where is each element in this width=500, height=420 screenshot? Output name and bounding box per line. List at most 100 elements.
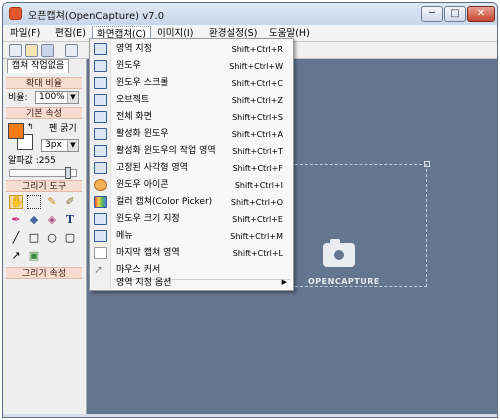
capture-menu-item-region-options[interactable]: 영역 지정 옵션 ▶ xyxy=(90,274,293,291)
minimize-button[interactable]: ─ xyxy=(421,6,443,22)
menu-item-shortcut: Shift+Ctrl+W xyxy=(229,62,283,71)
chevron-down-icon: ▼ xyxy=(67,140,78,151)
hand-tool-icon[interactable]: ✋ xyxy=(9,195,24,209)
chevron-down-icon: ▼ xyxy=(67,92,78,103)
pen-width-select[interactable]: 3px ▼ xyxy=(41,139,79,152)
menu-item-label: 오브젝트 xyxy=(116,95,150,105)
select-tool-icon[interactable] xyxy=(27,195,41,209)
foreground-color-swatch[interactable] xyxy=(8,123,24,139)
window-icon xyxy=(94,60,107,72)
menu-edit[interactable]: 편집(E) xyxy=(51,26,90,41)
menu-item-shortcut: Shift+Ctrl+T xyxy=(232,147,283,156)
menu-item-shortcut: Shift+Ctrl+L xyxy=(232,249,283,258)
capture-menu-item-window-size[interactable]: 윈도우 크기 지정 Shift+Ctrl+E xyxy=(90,211,293,228)
selection-handle[interactable] xyxy=(424,161,430,167)
active-window-icon xyxy=(94,128,107,140)
new-file-icon[interactable] xyxy=(9,44,22,57)
line-tool-icon[interactable]: ╱ xyxy=(9,231,23,245)
close-button[interactable]: ✕ xyxy=(467,6,495,22)
app-logo-icon xyxy=(9,7,22,20)
text-tool-icon[interactable]: T xyxy=(63,213,77,227)
client-area-icon xyxy=(94,145,107,157)
pen-width-label: 펜 굵기 xyxy=(49,124,77,134)
window-size-icon xyxy=(94,213,107,225)
print-icon[interactable] xyxy=(65,44,78,57)
menu-item-shortcut: Shift+Ctrl+R xyxy=(231,45,283,54)
menu-item-shortcut: Shift+Ctrl+E xyxy=(232,215,283,224)
menu-item-label: 메뉴 xyxy=(116,231,133,241)
capture-menu-item-client-area[interactable]: 활성화 윈도우의 작업 영역 Shift+Ctrl+T xyxy=(90,143,293,160)
menu-item-shortcut: Shift+Ctrl+S xyxy=(232,113,283,122)
zoom-select[interactable]: 100% ▼ xyxy=(35,91,79,104)
fill-bucket-tool-icon[interactable]: ◆ xyxy=(27,213,41,227)
eraser-tool-icon[interactable]: ◈ xyxy=(45,213,59,227)
fullscreen-icon xyxy=(94,111,107,123)
capture-menu-item-region[interactable]: 영역 지정 Shift+Ctrl+R xyxy=(90,41,293,58)
menu-item-label: 윈도우 스크롤 xyxy=(116,78,169,88)
ellipse-tool-icon[interactable]: ○ xyxy=(45,231,59,245)
capture-menu-item-last-region[interactable]: 마지막 캡쳐 영역 Shift+Ctrl+L xyxy=(90,245,293,262)
highlighter-tool-icon[interactable]: ✒ xyxy=(9,213,23,227)
capture-menu-item-window[interactable]: 윈도우 Shift+Ctrl+W xyxy=(90,58,293,75)
menu-item-label: 윈도우 크기 지정 xyxy=(116,214,180,224)
capture-menu-item-window-icon[interactable]: 윈도우 아이콘 Shift+Ctrl+I xyxy=(90,177,293,194)
last-region-icon xyxy=(94,247,107,259)
capture-menu-item-object[interactable]: 오브젝트 Shift+Ctrl+Z xyxy=(90,92,293,109)
menu-item-label: 전체 화면 xyxy=(116,112,152,122)
pencil-tool-icon[interactable]: ✎ xyxy=(45,195,59,209)
pen-width-value: 3px xyxy=(45,140,62,150)
draw-props-header: 그리기 속성 xyxy=(6,267,82,279)
menu-item-shortcut: Shift+Ctrl+F xyxy=(232,164,283,173)
menu-item-shortcut: Shift+Ctrl+O xyxy=(230,198,283,207)
arrow-tool-icon[interactable]: ↗ xyxy=(9,249,23,263)
stamp-tool-icon[interactable]: ▣ xyxy=(27,249,41,263)
maximize-button[interactable]: □ xyxy=(444,6,466,22)
fixed-rect-icon xyxy=(94,162,107,174)
capture-menu-item-fullscreen[interactable]: 전체 화면 Shift+Ctrl+S xyxy=(90,109,293,126)
submenu-arrow-icon: ▶ xyxy=(281,278,287,286)
menu-item-label: 활성화 윈도우 xyxy=(116,129,169,139)
alpha-label: 알파값 :255 xyxy=(8,156,56,166)
side-panel: 캡쳐 작업없음 확대 비율 비율: 100% ▼ 기본 속성 ↰ 펜 굵기 3p… xyxy=(3,59,87,417)
menu-item-shortcut: Shift+Ctrl+A xyxy=(231,130,283,139)
save-icon[interactable] xyxy=(41,44,54,57)
menu-capture-icon xyxy=(94,230,107,242)
menu-item-label: 윈도우 아이콘 xyxy=(116,180,169,190)
menu-item-shortcut: Shift+Ctrl+M xyxy=(230,232,283,241)
menu-item-label: 활성화 윈도우의 작업 영역 xyxy=(116,146,216,156)
zoom-section-header: 확대 비율 xyxy=(6,77,82,89)
scroll-window-icon xyxy=(94,77,107,89)
capture-menu-item-scroll[interactable]: 윈도우 스크롤 Shift+Ctrl+C xyxy=(90,75,293,92)
logo-text: OPENCAPTURE xyxy=(308,277,380,286)
window-title: 오픈캡쳐(OpenCapture) v7.0 xyxy=(28,11,165,22)
menu-item-shortcut: Shift+Ctrl+Z xyxy=(231,96,283,105)
camera-lens-icon xyxy=(331,247,347,263)
capture-menu-item-color-picker[interactable]: 컬러 캡쳐(Color Picker) Shift+Ctrl+O xyxy=(90,194,293,211)
alpha-slider-thumb[interactable] xyxy=(65,167,71,179)
region-icon xyxy=(94,43,107,55)
menu-item-label: 영역 지정 xyxy=(116,44,152,54)
color-picker-icon xyxy=(94,196,107,208)
window-icon-capture-icon xyxy=(94,179,107,191)
basic-section-header: 기본 속성 xyxy=(6,107,82,119)
menu-item-label: 고정된 사각형 영역 xyxy=(116,163,188,173)
menu-item-label: 컬러 캡쳐(Color Picker) xyxy=(116,197,213,207)
swap-colors-icon[interactable]: ↰ xyxy=(27,121,34,133)
status-bar xyxy=(3,414,497,417)
open-folder-icon[interactable] xyxy=(25,44,38,57)
marker-tool-icon[interactable]: ✐ xyxy=(63,195,77,209)
draw-tools-header: 그리기 도구 xyxy=(6,180,82,192)
menu-item-label: 마지막 캡쳐 영역 xyxy=(116,248,180,258)
capture-menu-item-fixed-rect[interactable]: 고정된 사각형 영역 Shift+Ctrl+F xyxy=(90,160,293,177)
tab-capture-job[interactable]: 캡쳐 작업없음 xyxy=(7,59,69,73)
menu-item-shortcut: Shift+Ctrl+C xyxy=(231,79,283,88)
rectangle-tool-icon[interactable]: □ xyxy=(27,231,41,245)
capture-menu-item-menu[interactable]: 메뉴 Shift+Ctrl+M xyxy=(90,228,293,245)
capture-menu-item-active-window[interactable]: 활성화 윈도우 Shift+Ctrl+A xyxy=(90,126,293,143)
menu-item-label: 윈도우 xyxy=(116,61,141,71)
logo-selection-frame xyxy=(290,164,427,287)
zoom-value: 100% xyxy=(39,92,65,102)
rounded-rect-tool-icon[interactable]: ▢ xyxy=(63,231,77,245)
zoom-label: 비율: xyxy=(8,93,28,103)
menu-file[interactable]: 파일(F) xyxy=(6,26,44,41)
